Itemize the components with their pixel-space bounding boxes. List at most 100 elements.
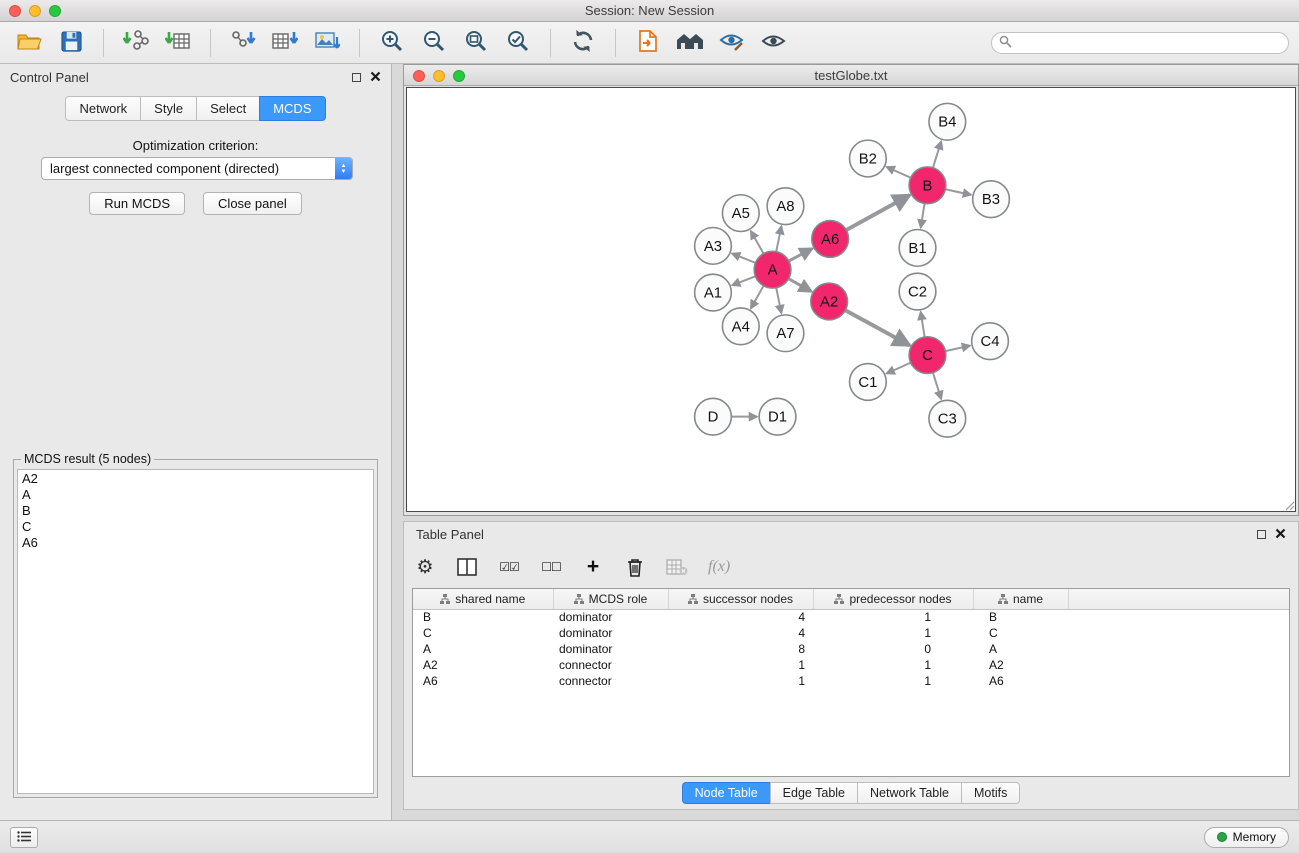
network-node-B4[interactable]: B4 [929,103,966,140]
network-edge-A2-C[interactable] [845,310,909,345]
list-item[interactable]: A [22,487,369,503]
node-table-container[interactable]: shared name MCDS role successor nodes pr… [412,588,1290,777]
network-node-A7[interactable]: A7 [767,315,804,352]
close-network-window-button[interactable] [413,70,425,82]
run-mcds-button[interactable]: Run MCDS [89,192,185,215]
table-row[interactable]: A2connector11A2 [413,657,1289,673]
network-edge-B-B3[interactable] [945,189,971,195]
network-node-B2[interactable]: B2 [850,140,887,177]
network-edge-C-C1[interactable] [886,363,910,374]
apply-layout-button[interactable] [564,26,602,60]
show-hide-details-button[interactable] [755,26,793,60]
network-node-A5[interactable]: A5 [722,195,759,232]
tab-node-table[interactable]: Node Table [682,782,770,804]
import-table-button[interactable] [159,26,197,60]
minimize-window-button[interactable] [29,5,41,17]
network-node-C4[interactable]: C4 [972,323,1009,360]
zoom-out-button[interactable] [415,26,453,60]
maximize-network-window-button[interactable] [453,70,465,82]
network-node-C3[interactable]: C3 [929,400,966,437]
column-header-mcds-role[interactable]: MCDS role [553,589,668,609]
network-node-A8[interactable]: A8 [767,188,804,225]
add-column-icon[interactable]: + [582,555,604,579]
trash-icon[interactable] [624,555,646,579]
deselect-all-icon[interactable]: ☐☐ [540,555,562,579]
column-header-name[interactable]: name [973,589,1068,609]
search-input[interactable] [1017,36,1281,50]
zoom-in-button[interactable] [373,26,411,60]
close-panel-button[interactable]: Close panel [203,192,302,215]
network-edge-C-C4[interactable] [945,346,970,352]
list-item[interactable]: A6 [22,535,369,551]
zoom-fit-button[interactable] [457,26,495,60]
list-item[interactable]: B [22,503,369,519]
close-window-button[interactable] [9,5,21,17]
minimize-network-window-button[interactable] [433,70,445,82]
network-canvas[interactable]: B4B2BB3A5A8A6B1A3AC2A1A2A4A7C4CC1C3DD1 [406,87,1296,512]
zoom-selected-button[interactable] [499,26,537,60]
select-all-icon[interactable]: ☑☑ [498,555,520,579]
table-row[interactable]: Bdominator41B [413,609,1289,625]
network-edge-A-A8[interactable] [776,226,781,252]
memory-button[interactable]: Memory [1204,827,1289,848]
network-edge-B-B1[interactable] [921,203,925,227]
close-table-panel-icon[interactable] [1275,528,1286,540]
network-edge-A-A3[interactable] [732,253,756,262]
tab-network-table[interactable]: Network Table [857,782,961,804]
network-node-C2[interactable]: C2 [899,273,936,310]
network-edge-A-A7[interactable] [776,288,781,314]
tab-motifs[interactable]: Motifs [961,782,1020,804]
table-row[interactable]: Adominator80A [413,641,1289,657]
import-file-button[interactable] [629,26,667,60]
list-item[interactable]: C [22,519,369,535]
network-node-D1[interactable]: D1 [759,398,796,435]
network-node-A6[interactable]: A6 [812,221,849,258]
network-edge-A-A2[interactable] [789,279,812,292]
mcds-result-list[interactable]: A2ABCA6 [17,469,374,794]
network-node-D[interactable]: D [695,398,732,435]
network-node-A2[interactable]: A2 [811,283,848,320]
network-node-C1[interactable]: C1 [850,364,887,401]
tab-network[interactable]: Network [65,96,140,121]
open-session-button[interactable] [10,26,48,60]
network-node-C[interactable]: C [909,337,946,374]
network-edge-A-A6[interactable] [789,249,812,262]
network-edge-C-C2[interactable] [921,312,925,337]
annotate-view-button[interactable] [713,26,751,60]
network-node-B[interactable]: B [909,167,946,204]
network-edge-B-B2[interactable] [886,167,910,178]
export-network-button[interactable] [224,26,262,60]
table-row[interactable]: A6connector11A6 [413,673,1289,689]
network-node-A[interactable]: A [754,251,791,288]
tab-mcds[interactable]: MCDS [259,96,325,121]
column-layout-icon[interactable] [456,555,478,579]
import-network-button[interactable] [117,26,155,60]
float-table-panel-icon[interactable] [1257,530,1266,539]
export-image-button[interactable] [308,26,346,60]
network-edge-A-A4[interactable] [751,286,764,309]
tab-select[interactable]: Select [196,96,259,121]
network-edge-A-A5[interactable] [751,231,764,254]
export-table-button[interactable] [266,26,304,60]
criterion-dropdown[interactable]: largest connected component (directed) ▲… [41,157,353,180]
column-header-predecessor-nodes[interactable]: predecessor nodes [813,589,973,609]
table-settings-gear-icon[interactable]: ⚙ [414,555,436,579]
save-session-button[interactable] [52,26,90,60]
network-node-A3[interactable]: A3 [695,228,732,265]
table-row[interactable]: Cdominator41C [413,625,1289,641]
network-node-B3[interactable]: B3 [973,181,1010,218]
network-edge-A6-B[interactable] [846,195,909,230]
resize-handle[interactable] [1283,499,1295,511]
network-node-A1[interactable]: A1 [695,274,732,311]
network-analyzer-button[interactable] [671,26,709,60]
network-edge-A-A1[interactable] [732,276,755,285]
column-header-successor-nodes[interactable]: successor nodes [668,589,813,609]
float-panel-icon[interactable] [352,73,361,82]
tab-edge-table[interactable]: Edge Table [770,782,857,804]
toolbar-search[interactable] [991,32,1289,54]
task-history-button[interactable] [10,827,38,848]
network-edge-C-C3[interactable] [933,373,941,400]
maximize-window-button[interactable] [49,5,61,17]
network-node-A4[interactable]: A4 [722,308,759,345]
column-header-shared-name[interactable]: shared name [413,589,553,609]
